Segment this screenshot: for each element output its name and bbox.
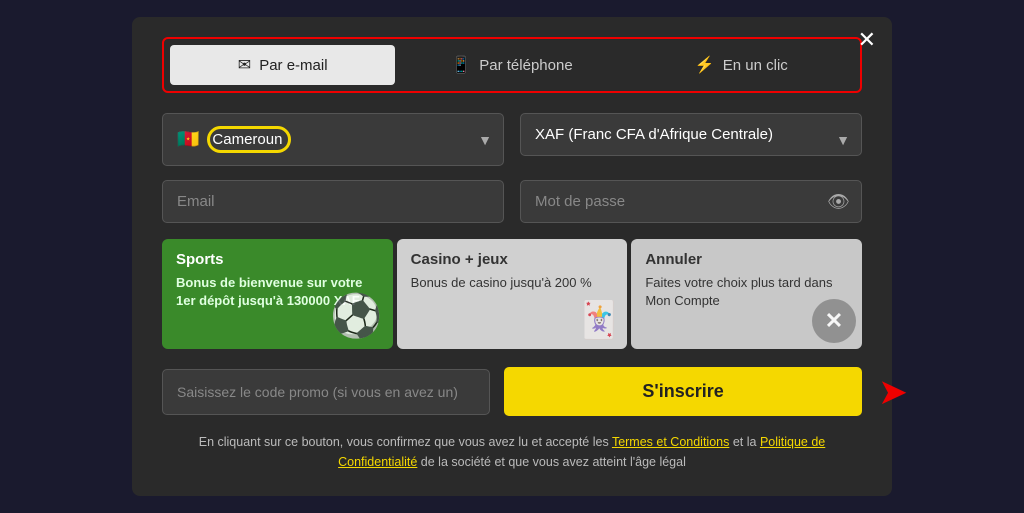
bonus-card-casino[interactable]: Casino + jeux Bonus de casino jusqu'à 20… xyxy=(397,239,628,349)
currency-select[interactable]: XAF (Franc CFA d'Afrique Centrale) ▼ xyxy=(520,113,862,156)
cameroon-flag-icon: 🇨🇲 xyxy=(177,129,199,150)
footer-text-before: En cliquant sur ce bouton, vous confirme… xyxy=(199,435,612,449)
tab-oneclick[interactable]: ⚡ En un clic xyxy=(629,45,854,85)
currency-select-wrapper: XAF (Franc CFA d'Afrique Centrale) ▼ xyxy=(520,113,862,166)
tab-phone[interactable]: 📱 Par téléphone xyxy=(399,45,624,85)
password-field-wrapper: 👁 xyxy=(520,180,862,223)
country-select[interactable]: 🇨🇲 Cameroun ▼ xyxy=(162,113,504,166)
tab-oneclick-label: En un clic xyxy=(723,57,788,74)
country-currency-row: 🇨🇲 Cameroun ▼ XAF (Franc CFA d'Afrique C… xyxy=(162,113,862,166)
bonus-card-annuler[interactable]: Annuler Faites votre choix plus tard dan… xyxy=(631,239,862,349)
soccer-ball-icon: ⚽ xyxy=(330,292,382,341)
footer-text-between: et la xyxy=(729,435,760,449)
currency-label: XAF (Franc CFA d'Afrique Centrale) xyxy=(535,126,773,143)
registration-tabs: ✉ Par e-mail 📱 Par téléphone ⚡ En un cli… xyxy=(162,37,862,93)
tab-email[interactable]: ✉ Par e-mail xyxy=(170,45,395,85)
email-field-wrapper xyxy=(162,180,504,223)
phone-icon: 📱 xyxy=(451,55,471,75)
currency-chevron-icon: ▼ xyxy=(836,132,850,148)
tab-phone-label: Par téléphone xyxy=(479,57,572,74)
email-input[interactable] xyxy=(162,180,504,223)
annuler-title: Annuler xyxy=(645,251,848,268)
footer-text-after: de la société et que vous avez atteint l… xyxy=(417,455,686,469)
lightning-icon: ⚡ xyxy=(695,55,715,75)
password-input[interactable] xyxy=(520,180,862,223)
email-icon: ✉ xyxy=(238,55,251,75)
action-row: S'inscrire ➤ xyxy=(162,367,862,416)
footer-disclaimer: En cliquant sur ce bouton, vous confirme… xyxy=(162,432,862,472)
registration-modal: ✕ ✉ Par e-mail 📱 Par téléphone ⚡ En un c… xyxy=(132,17,892,496)
credentials-row: 👁 xyxy=(162,180,862,223)
register-button[interactable]: S'inscrire xyxy=(504,367,862,416)
casino-bonus-description: Bonus de casino jusqu'à 200 % xyxy=(411,274,614,292)
casino-bonus-title: Casino + jeux xyxy=(411,251,614,268)
close-button[interactable]: ✕ xyxy=(858,29,876,51)
terms-link[interactable]: Termes et Conditions xyxy=(612,435,729,449)
playing-cards-icon: 🃏 xyxy=(577,299,622,341)
promo-code-input[interactable] xyxy=(162,369,490,415)
country-label: Cameroun xyxy=(207,126,291,153)
toggle-password-icon[interactable]: 👁 xyxy=(827,191,850,212)
country-chevron-icon: ▼ xyxy=(478,132,492,148)
register-btn-wrapper: S'inscrire ➤ xyxy=(504,367,862,416)
sports-bonus-title: Sports xyxy=(176,251,379,268)
arrow-right-icon: ➤ xyxy=(878,371,908,413)
country-select-wrapper: 🇨🇲 Cameroun ▼ xyxy=(162,113,504,166)
tab-email-label: Par e-mail xyxy=(259,57,327,74)
cancel-x-icon: ✕ xyxy=(812,299,856,343)
bonus-card-sports[interactable]: Sports Bonus de bienvenue sur votre 1er … xyxy=(162,239,393,349)
bonus-cards-row: Sports Bonus de bienvenue sur votre 1er … xyxy=(162,239,862,349)
